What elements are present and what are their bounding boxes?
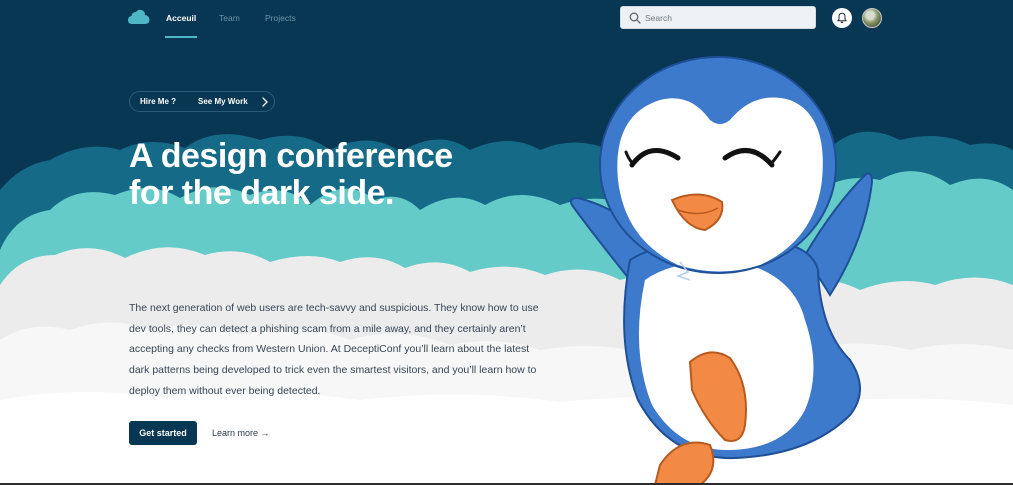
hire-me-link[interactable]: Hire Me ? [140, 97, 176, 106]
get-started-button[interactable]: Get started [129, 421, 197, 445]
nav-link-projects[interactable]: Projects [265, 13, 296, 23]
notification-button[interactable] [832, 8, 852, 28]
search-icon [629, 12, 641, 24]
nav-link-team[interactable]: Team [219, 13, 240, 23]
landing-page: Acceuil Team Projects Hire Me ? See My W… [0, 0, 1013, 485]
search-box[interactable] [620, 6, 816, 29]
bell-icon [837, 12, 847, 24]
nav-link-acceuil[interactable]: Acceuil [166, 13, 196, 23]
learn-more-link[interactable]: Learn more → [212, 428, 270, 438]
avatar[interactable] [862, 8, 882, 28]
chevron-right-icon[interactable] [261, 97, 269, 107]
hero-description: The next generation of web users are tec… [129, 302, 539, 397]
top-navbar: Acceuil Team Projects [0, 0, 1013, 38]
penguin-mascot-illustration [569, 56, 874, 485]
hire-pill: Hire Me ? See My Work [129, 91, 275, 112]
hero-headline: A design conference for the dark side. [129, 137, 453, 212]
active-tab-indicator [165, 36, 197, 38]
search-input[interactable] [645, 9, 810, 26]
cloud-icon[interactable] [128, 9, 150, 25]
see-my-work-link[interactable]: See My Work [198, 97, 248, 106]
